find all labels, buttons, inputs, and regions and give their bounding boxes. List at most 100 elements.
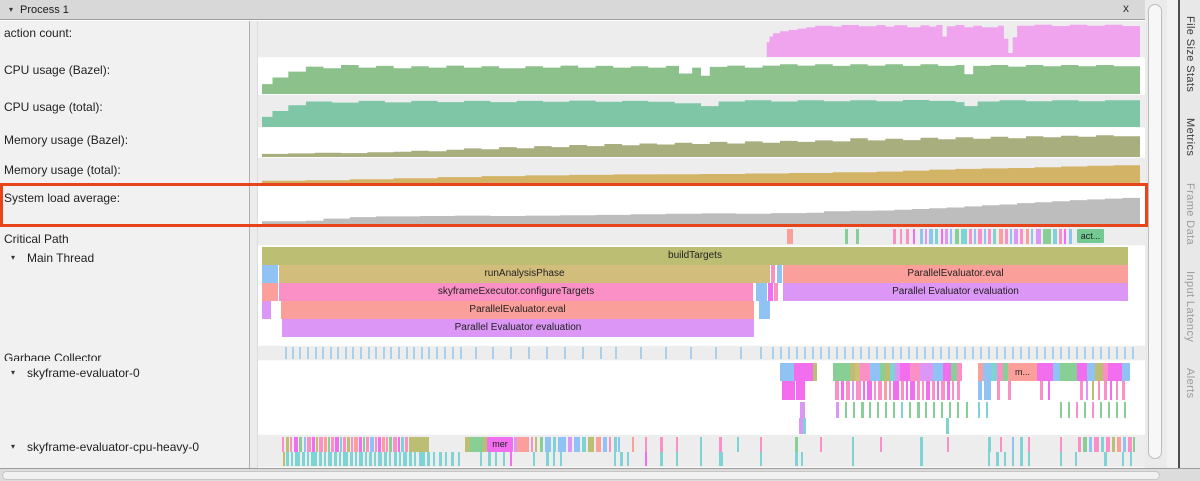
trace-slice[interactable]	[1059, 229, 1062, 244]
trace-slice[interactable]	[1122, 363, 1130, 381]
gc-tick[interactable]	[299, 347, 301, 359]
trace-slice[interactable]	[363, 437, 365, 452]
trace-slice[interactable]	[533, 452, 535, 466]
gc-tick[interactable]	[1108, 347, 1110, 359]
trace-slice[interactable]	[852, 452, 854, 466]
trace-slice[interactable]	[384, 452, 387, 466]
trace-slice[interactable]	[877, 402, 879, 418]
collapse-arrow-icon[interactable]: ▾	[9, 5, 13, 14]
trace-slice[interactable]	[1048, 381, 1050, 400]
trace-slice[interactable]	[845, 229, 848, 244]
gc-tick[interactable]	[868, 347, 870, 359]
trace-slice[interactable]	[1026, 229, 1029, 244]
flame-bar[interactable]: Parallel Evaluator evaluation	[783, 283, 1128, 301]
trace-slice[interactable]	[603, 437, 607, 452]
gc-tick[interactable]	[948, 347, 950, 359]
gc-tick[interactable]	[546, 347, 548, 359]
trace-slice[interactable]	[311, 452, 317, 466]
trace-slice[interactable]	[343, 437, 346, 452]
trace-slice[interactable]	[920, 452, 923, 466]
trace-slice[interactable]	[614, 437, 617, 452]
trace-slice[interactable]	[869, 402, 871, 418]
trace-slice[interactable]	[374, 452, 376, 466]
gc-tick[interactable]	[352, 347, 354, 359]
gc-tick[interactable]	[398, 347, 400, 359]
trace-slice[interactable]	[1014, 229, 1018, 244]
trace-slice[interactable]	[389, 452, 391, 466]
trace-slice[interactable]	[867, 381, 872, 400]
trace-slice[interactable]	[1133, 437, 1135, 452]
trace-slice[interactable]	[1020, 437, 1023, 452]
trace-slice[interactable]	[782, 381, 795, 400]
trace-slice[interactable]	[997, 381, 1000, 400]
trace-slice[interactable]	[1100, 402, 1102, 418]
gc-tick[interactable]	[860, 347, 862, 359]
trace-slice[interactable]	[893, 229, 896, 244]
trace-slice[interactable]	[801, 452, 803, 466]
trace-slice[interactable]	[660, 437, 663, 452]
gc-tick[interactable]	[564, 347, 566, 359]
gc-tick[interactable]	[615, 347, 617, 359]
trace-slice[interactable]	[760, 452, 762, 466]
trace-slice[interactable]	[676, 452, 678, 466]
trace-slice[interactable]	[833, 363, 850, 381]
trace-slice[interactable]	[835, 381, 839, 400]
gc-tick[interactable]	[390, 347, 392, 359]
trace-slice[interactable]	[299, 437, 302, 452]
trace-slice[interactable]	[414, 452, 416, 466]
trace-slice[interactable]	[1104, 452, 1107, 466]
trace-slice[interactable]	[1124, 402, 1126, 418]
trace-slice[interactable]	[620, 452, 623, 466]
trace-slice[interactable]	[961, 229, 967, 244]
trace-slice[interactable]	[1069, 229, 1072, 244]
trace-slice[interactable]	[900, 229, 902, 244]
trace-slice[interactable]	[588, 437, 594, 452]
track-chart-critical[interactable]: act...	[258, 227, 1145, 246]
flame-bar[interactable]: skyframeExecutor.configureTargets	[279, 283, 753, 301]
trace-slice[interactable]	[403, 452, 407, 466]
trace-slice[interactable]	[1043, 229, 1051, 244]
trace-slice[interactable]	[880, 437, 882, 452]
trace-slice[interactable]	[1037, 363, 1053, 381]
gc-tick[interactable]	[452, 347, 454, 359]
close-button[interactable]: x	[1123, 1, 1129, 15]
trace-slice[interactable]	[1128, 437, 1132, 452]
gc-tick[interactable]	[804, 347, 806, 359]
trace-slice[interactable]	[365, 452, 367, 466]
trace-slice[interactable]	[1110, 381, 1112, 400]
trace-slice[interactable]	[394, 452, 397, 466]
trace-slice[interactable]	[510, 452, 512, 466]
trace-slice[interactable]	[933, 363, 943, 381]
trace-slice[interactable]	[893, 402, 895, 418]
flame-bar[interactable]	[756, 283, 767, 301]
trace-slice[interactable]	[884, 381, 887, 400]
trace-slice[interactable]	[1094, 437, 1099, 452]
trace-slice[interactable]	[331, 437, 334, 452]
gc-tick[interactable]	[460, 347, 462, 359]
gc-tick[interactable]	[1004, 347, 1006, 359]
trace-slice[interactable]	[1104, 381, 1107, 400]
trace-slice[interactable]	[351, 437, 353, 452]
trace-slice[interactable]	[319, 437, 323, 452]
trace-slice[interactable]	[932, 381, 935, 400]
trace-slice[interactable]	[382, 437, 385, 452]
flame-bar[interactable]	[262, 265, 278, 283]
trace-slice[interactable]	[874, 381, 876, 400]
gc-tick[interactable]	[1044, 347, 1046, 359]
trace-slice[interactable]	[495, 452, 497, 466]
gc-tick[interactable]	[828, 347, 830, 359]
sidebar-tab-frame-data[interactable]: Frame Data	[1184, 183, 1196, 245]
trace-slice[interactable]	[852, 381, 854, 400]
trace-slice[interactable]	[386, 437, 388, 452]
gc-tick[interactable]	[322, 347, 324, 359]
trace-slice[interactable]	[618, 437, 620, 452]
trace-slice[interactable]	[889, 381, 891, 400]
trace-slice[interactable]	[983, 363, 991, 381]
gc-tick[interactable]	[715, 347, 717, 359]
gc-tick[interactable]	[640, 347, 642, 359]
trace-slice[interactable]	[1060, 402, 1062, 418]
gc-tick[interactable]	[996, 347, 998, 359]
trace-slice[interactable]	[389, 437, 392, 452]
trace-slice[interactable]	[470, 437, 483, 452]
gc-tick[interactable]	[600, 347, 602, 359]
